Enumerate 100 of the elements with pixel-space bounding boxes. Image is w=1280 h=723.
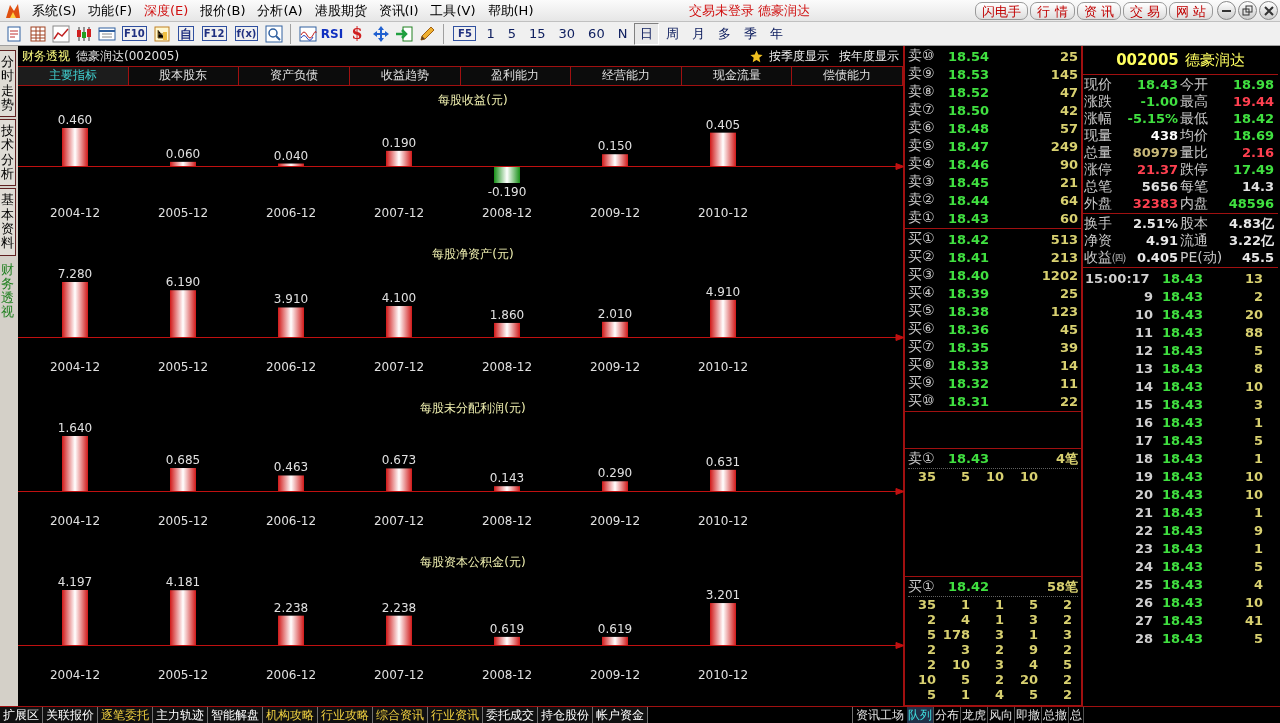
tab[interactable]: 偿债能力	[792, 67, 903, 85]
bottom-tab[interactable]: 主力轨迹	[153, 707, 208, 723]
tick-price: 18.43	[1160, 288, 1203, 306]
tick-volume: 5	[1252, 432, 1264, 450]
quote-value: 48596	[1227, 195, 1275, 212]
tab[interactable]: 盈利能力	[460, 67, 572, 85]
toolbar-button[interactable]: F12	[201, 26, 227, 41]
period-button[interactable]: 季	[738, 22, 764, 45]
bottom-tab[interactable]: 帐户资金	[593, 707, 648, 723]
menu-item[interactable]: 报价(B)	[194, 0, 252, 21]
nav-button[interactable]: 行 情	[1030, 1, 1075, 20]
tick-volume: 5	[1252, 558, 1264, 576]
menu-item[interactable]: 深度(E)	[138, 0, 195, 21]
panel-tab[interactable]: 风向	[988, 707, 1015, 723]
view-option[interactable]: 按年度显示	[839, 47, 899, 65]
search-icon	[264, 24, 283, 43]
minimize-button[interactable]	[1217, 1, 1236, 20]
nav-button[interactable]: 交 易	[1122, 1, 1167, 20]
menu-item[interactable]: 分析(A)	[251, 0, 309, 21]
level-label: 卖⑤	[908, 137, 936, 155]
line-chart-icon	[51, 24, 70, 43]
bottom-tab[interactable]: 委托成交	[483, 707, 538, 723]
value-label: 2.238	[273, 600, 309, 615]
period-button[interactable]: 15	[523, 22, 552, 45]
toolbar-button[interactable]	[262, 22, 286, 45]
menu-item[interactable]: 工具(V)	[424, 0, 482, 21]
period-button[interactable]: N	[611, 22, 634, 45]
bottom-tab[interactable]: 行业攻略	[318, 707, 373, 723]
side-tab[interactable]: 分时走势	[0, 50, 16, 118]
bottom-tab[interactable]: 机构攻略	[263, 707, 318, 723]
toolbar-button[interactable]: $	[345, 22, 369, 45]
toolbar-button[interactable]: F5	[453, 26, 477, 41]
nav-button[interactable]: 资 讯	[1076, 1, 1121, 20]
bar	[602, 636, 628, 645]
tab[interactable]: 资产负债	[239, 67, 350, 85]
toolbar-button[interactable]: f(x)	[234, 26, 259, 41]
panel-tab[interactable]: 龙虎	[961, 707, 988, 723]
menu-item[interactable]: 功能(F)	[82, 0, 139, 21]
restore-button[interactable]	[1238, 1, 1257, 20]
nav-button[interactable]: 网 站	[1168, 1, 1213, 20]
toolbar-button[interactable]: F10	[122, 26, 147, 41]
volume: 39	[1058, 339, 1078, 355]
panel-tab[interactable]: 队列	[907, 707, 934, 723]
panel-tab[interactable]: 即撤	[1015, 707, 1042, 723]
side-tab[interactable]: 基本资料	[0, 188, 16, 256]
period-button[interactable]: 周	[660, 22, 686, 45]
panel-tab[interactable]: 总	[1069, 707, 1084, 723]
toolbar-button[interactable]: RSI	[320, 22, 344, 45]
menu-item[interactable]: 系统(S)	[26, 0, 83, 21]
side-tab[interactable]: 技术分析	[0, 119, 16, 187]
price: 18.48	[948, 120, 991, 136]
tab[interactable]: 经营能力	[571, 67, 682, 85]
tab[interactable]: 收益趋势	[349, 67, 461, 85]
tab[interactable]: 主要指标	[18, 67, 129, 85]
period-button[interactable]: 1	[480, 22, 501, 45]
bottom-tab[interactable]: 逐笔委托	[98, 707, 153, 723]
level-label: 买①	[908, 577, 936, 596]
queue-order: 10	[916, 671, 937, 687]
period-button[interactable]: 年	[764, 22, 790, 45]
tick-price: 18.43	[1160, 360, 1203, 378]
tab[interactable]: 股本股东	[128, 67, 240, 85]
period-button[interactable]: 5	[501, 22, 522, 45]
panel-tab[interactable]: 总撤	[1042, 707, 1069, 723]
toolbar-button[interactable]	[49, 22, 72, 45]
panel-tab[interactable]: 分布	[934, 707, 961, 723]
queue-order: 5	[1061, 656, 1073, 672]
bottom-tab[interactable]: 持仓股份	[538, 707, 593, 723]
level-label: 卖⑧	[908, 83, 936, 101]
period-button[interactable]: 日	[634, 22, 660, 45]
quote-label: 涨跌	[1084, 93, 1113, 110]
queue-order: 2	[1061, 686, 1073, 702]
menu-item[interactable]: 帮助(H)	[481, 0, 540, 21]
view-option[interactable]: 按季度显示	[750, 47, 829, 65]
toolbar-button[interactable]: 自	[177, 26, 194, 41]
nav-button[interactable]: 闪电手	[975, 1, 1029, 20]
tick-volume: 88	[1243, 324, 1264, 342]
menu-item[interactable]: 港股期货	[308, 0, 373, 21]
bottom-tab[interactable]: 行业资讯	[428, 707, 483, 723]
tick-volume: 1	[1252, 414, 1264, 432]
tab[interactable]: 现金流量	[681, 67, 793, 85]
quote-value: 45.5	[1240, 249, 1275, 266]
period-button[interactable]: 30	[552, 22, 582, 45]
price: 18.43	[948, 451, 991, 466]
tick-volume: 4	[1252, 576, 1264, 594]
close-button[interactable]	[1259, 1, 1278, 20]
level-label: 卖④	[908, 155, 936, 173]
period-button[interactable]: 多	[712, 22, 738, 45]
bottom-tab[interactable]: 智能解盘	[208, 707, 263, 723]
quote-value: 14.3	[1240, 178, 1275, 195]
bottom-tab[interactable]: 综合资讯	[373, 707, 428, 723]
period-button[interactable]: 60	[582, 22, 611, 45]
bottom-tab[interactable]: 扩展区	[0, 707, 43, 723]
period-button[interactable]: 月	[686, 22, 712, 45]
tick-price: 18.43	[1160, 378, 1203, 396]
queue-order: 35	[916, 596, 937, 612]
quote-label: 量比	[1180, 144, 1209, 161]
move-arrows-icon	[371, 24, 390, 43]
queue-order: 5	[959, 671, 971, 687]
bottom-tab[interactable]: 关联报价	[43, 707, 98, 723]
menu-item[interactable]: 资讯(I)	[372, 0, 425, 21]
